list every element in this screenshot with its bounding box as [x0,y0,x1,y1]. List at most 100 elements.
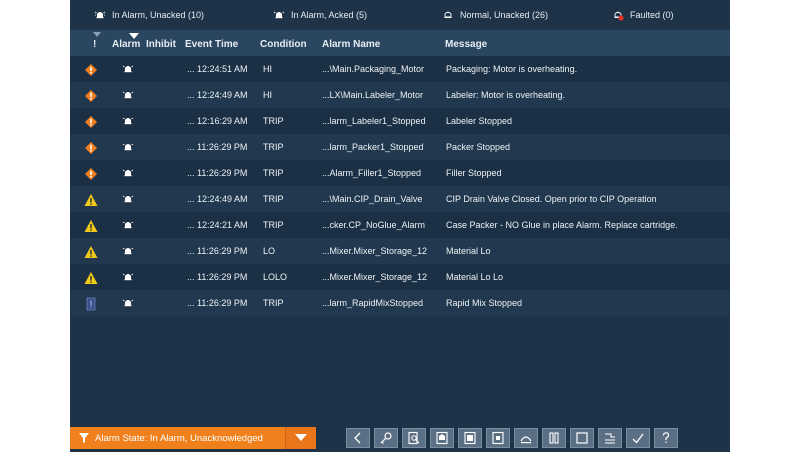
condition-cell: TRIP [263,168,284,178]
check-icon [632,433,644,444]
column-header-condition[interactable]: Condition [260,39,307,50]
message-cell: Labeler: Motor is overheating. [446,90,566,100]
condition-cell: HI [263,64,272,74]
critical-severity-icon [85,90,97,102]
event-time-cell: ... 11:26:29 PM [187,298,248,308]
message-cell: Material Lo Lo [446,272,504,282]
shelve-button[interactable] [514,428,538,448]
check-button[interactable] [626,428,650,448]
ack-page-button[interactable] [430,428,454,448]
layout-button[interactable] [598,428,622,448]
event-time-cell: ... 11:26:29 PM [187,246,248,256]
alarm-state-filter-label: Alarm State: In Alarm, Unacknowledged [95,432,263,444]
table-row[interactable]: ... 12:24:49 AM HI ...LX\Main.Labeler_Mo… [70,82,730,108]
condition-cell: TRIP [263,220,284,230]
alarm-name-cell: ...larm_Packer1_Stopped [322,142,424,152]
condition-cell: TRIP [263,142,284,152]
table-row[interactable]: ... 11:26:29 PM TRIP ...larm_Packer1_Sto… [70,134,730,160]
column-header-inhibit[interactable]: Inhibit [146,39,176,50]
table-row[interactable]: ... 12:24:51 AM HI ...\Main.Packaging_Mo… [70,56,730,82]
critical-severity-icon [85,168,97,180]
bell-flashing-icon [122,299,134,307]
event-time-cell: ... 12:24:49 AM [187,90,248,100]
funnel-icon [79,433,89,443]
column-header-message[interactable]: Message [445,39,487,50]
table-row[interactable]: ... 11:26:29 PM TRIP ...Alarm_Filler1_St… [70,160,730,186]
bell-solid-icon [273,11,285,19]
bell-flashing-icon [122,117,134,125]
ack-all-icon [464,431,476,445]
message-cell: Packaging: Motor is overheating. [446,64,578,74]
bell-flashing-icon [94,11,106,19]
alarm-name-cell: ...\Main.CIP_Drain_Valve [322,194,423,204]
bell-flashing-icon [122,91,134,99]
bell-flashing-icon [122,273,134,281]
bell-flashing-icon [122,247,134,255]
bell-faulted-icon [614,11,624,21]
find-button[interactable] [402,428,426,448]
warning-severity-icon [84,246,98,258]
table-row[interactable]: ... 12:24:21 AM TRIP ...cker.CP_NoGlue_A… [70,212,730,238]
bottom-toolbar: Alarm State: In Alarm, Unacknowledged [70,424,730,452]
shelve-icon [520,436,532,444]
alarm-name-cell: ...Alarm_Filler1_Stopped [322,168,422,178]
event-time-cell: ... 11:26:29 PM [187,142,248,152]
ack-all-button[interactable] [458,428,482,448]
bell-flashing-icon [122,65,134,73]
sort-indicator-icon [93,32,101,37]
event-time-cell: ... 12:16:29 AM [187,116,248,126]
event-time-cell: ... 11:26:29 PM [187,168,248,178]
filter-dropdown-button[interactable] [285,427,316,449]
column-header-alarm[interactable]: Alarm [112,39,140,50]
event-time-cell: ... 12:24:21 AM [187,220,248,230]
warning-severity-icon [84,220,98,232]
bell-flashing-icon [122,169,134,177]
alarm-name-cell: ...larm_Labeler1_Stopped [322,116,426,126]
condition-cell: LO [263,246,276,256]
summary-in-alarm-acked[interactable]: In Alarm, Acked (5) [273,9,367,21]
key-icon [380,432,392,444]
table-row[interactable]: ... 12:24:49 AM TRIP ...\Main.CIP_Drain_… [70,186,730,212]
summary-in-alarm-unacked-label: In Alarm, Unacked (10) [112,10,205,20]
find-icon [408,431,420,445]
message-cell: Material Lo [446,246,491,256]
column-header-event-time[interactable]: Event Time [185,39,238,50]
reset-button[interactable] [486,428,510,448]
alarm-summary-window: In Alarm, Unacked (10) In Alarm, Acked (… [70,0,730,452]
suspend-icon [549,432,559,444]
bell-outline-icon [444,11,452,18]
bell-flashing-icon [122,221,134,229]
alarm-summary-bar: In Alarm, Unacked (10) In Alarm, Acked (… [70,0,730,30]
key-button[interactable] [374,428,398,448]
summary-in-alarm-unacked[interactable]: In Alarm, Unacked (10) [94,9,204,21]
back-icon [354,432,361,444]
condition-cell: LOLO [263,272,288,282]
help-icon [662,432,670,443]
message-cell: Labeler Stopped [446,116,513,126]
alarm-table-header: ! Alarm Inhibit Event Time Condition Ala… [70,30,730,56]
table-row[interactable]: ... 11:26:29 PM LOLO ...Mixer.Mixer_Stor… [70,264,730,290]
event-time-cell: ... 11:26:29 PM [187,272,248,282]
critical-severity-icon [85,116,97,128]
event-time-cell: ... 12:24:51 AM [187,64,248,74]
back-button[interactable] [346,428,370,448]
table-row[interactable]: ... 11:26:29 PM TRIP ...larm_RapidMixSto… [70,290,730,316]
column-header-alarm-name[interactable]: Alarm Name [322,39,380,50]
stop-button[interactable] [570,428,594,448]
ack-page-icon [436,431,448,445]
bell-flashing-icon [122,143,134,151]
message-cell: Rapid Mix Stopped [446,298,523,308]
event-time-cell: ... 12:24:49 AM [187,194,248,204]
alarm-state-filter[interactable]: Alarm State: In Alarm, Unacknowledged [70,427,316,449]
summary-faulted[interactable]: Faulted (0) [612,9,674,21]
suspend-button[interactable] [542,428,566,448]
condition-cell: TRIP [263,194,284,204]
help-button[interactable] [654,428,678,448]
condition-cell: HI [263,90,272,100]
alarm-name-cell: ...larm_RapidMixStopped [322,298,424,308]
table-row[interactable]: ... 11:26:29 PM LO ...Mixer.Mixer_Storag… [70,238,730,264]
column-header-severity[interactable]: ! [93,39,96,50]
summary-normal-unacked[interactable]: Normal, Unacked (26) [442,9,548,21]
table-row[interactable]: ... 12:16:29 AM TRIP ...larm_Labeler1_St… [70,108,730,134]
layout-icon [605,433,615,444]
